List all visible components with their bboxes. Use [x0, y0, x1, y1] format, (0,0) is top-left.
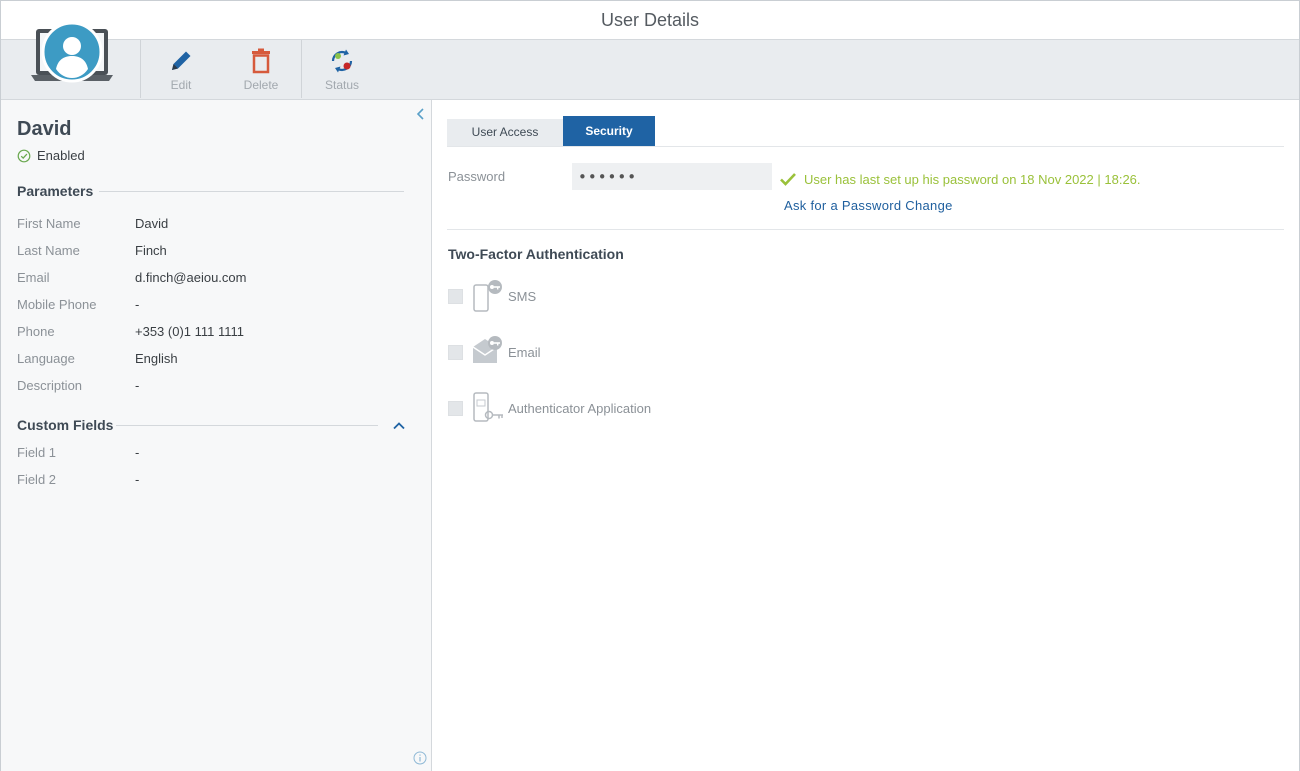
trash-icon [221, 46, 301, 76]
password-change-link[interactable]: Ask for a Password Change [784, 198, 953, 213]
tfa-option-sms: SMS [448, 279, 536, 313]
custom-field-key: Field 2 [17, 472, 57, 487]
sms-checkbox[interactable] [448, 288, 463, 304]
param-key: First Name [17, 216, 81, 231]
email-label: Email [508, 344, 541, 360]
authenticator-label: Authenticator Application [508, 400, 652, 416]
user-info-panel: David Enabled Parameters First Name Davi… [1, 100, 432, 771]
password-status-text: User has last set up his password on 18 … [804, 171, 1141, 187]
user-name: David [17, 118, 72, 140]
tfa-option-authenticator: Authenticator Application [448, 391, 651, 425]
email-checkbox[interactable] [448, 344, 463, 360]
divider [99, 191, 404, 192]
tfa-option-email: Email [448, 335, 541, 369]
custom-field-value: - [135, 472, 140, 487]
delete-label: Delete [243, 78, 279, 92]
custom-fields-heading: Custom Fields [17, 417, 114, 433]
param-value: English [135, 351, 178, 366]
parameters-heading: Parameters [17, 183, 94, 199]
chevron-left-icon[interactable] [414, 107, 428, 121]
status-badge: Enabled [17, 148, 85, 163]
param-value: d.finch@aeiou.com [135, 270, 247, 285]
param-key: Description [17, 378, 83, 393]
param-value: - [135, 378, 140, 393]
tab-security[interactable]: Security [563, 116, 655, 146]
divider [116, 425, 378, 426]
pencil-icon [141, 46, 221, 76]
status-text: Enabled [37, 148, 85, 163]
user-details-window: User Details Edit Delete Status David En… [0, 0, 1300, 771]
sms-label: SMS [508, 288, 537, 304]
status-cycle-icon [302, 46, 382, 76]
check-icon [780, 173, 796, 186]
param-key: Language [17, 351, 75, 366]
status-label: Status [324, 78, 360, 92]
password-status-message: User has last set up his password on 18 … [779, 171, 1141, 187]
detail-panel: User Access Security Password User has l… [432, 100, 1299, 771]
info-icon[interactable] [413, 751, 427, 770]
edit-button[interactable]: Edit [141, 46, 221, 96]
param-key: Mobile Phone [17, 297, 97, 312]
param-key: Phone [17, 324, 55, 339]
param-value: - [135, 297, 140, 312]
custom-field-key: Field 1 [17, 445, 57, 460]
edit-label: Edit [170, 78, 192, 92]
delete-button[interactable]: Delete [221, 46, 301, 96]
param-value: Finch [135, 243, 167, 258]
param-value: David [135, 216, 169, 231]
chevron-up-icon[interactable] [392, 419, 406, 433]
param-key: Last Name [17, 243, 80, 258]
tab-divider [447, 146, 1284, 147]
param-key: Email [17, 270, 50, 285]
email-key-icon [472, 335, 506, 369]
check-circle-icon [17, 149, 31, 162]
status-button[interactable]: Status [302, 46, 382, 96]
toolbar: Edit Delete Status [1, 21, 1299, 100]
sms-key-icon [472, 279, 506, 313]
password-label: Password [448, 169, 506, 184]
window-title: User Details [600, 10, 700, 30]
authenticator-app-icon [472, 391, 506, 425]
param-value: +353 (0)1 111 1111 [135, 324, 245, 339]
two-factor-heading: Two-Factor Authentication [448, 246, 624, 262]
title-bar: User Details [1, 1, 1299, 40]
custom-field-value: - [135, 445, 140, 460]
tab-user-access[interactable]: User Access [447, 119, 563, 146]
section-divider [447, 229, 1284, 230]
authenticator-checkbox[interactable] [448, 400, 463, 416]
password-field[interactable] [572, 163, 772, 190]
user-avatar-icon [29, 21, 115, 87]
